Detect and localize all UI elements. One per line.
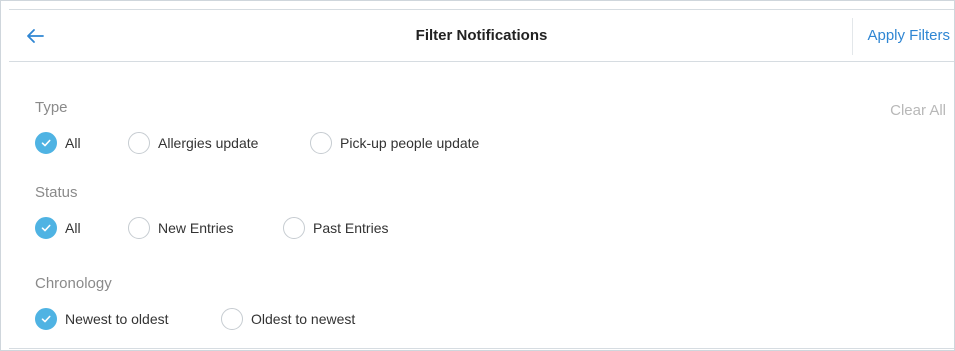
type-option-all[interactable]: All bbox=[35, 132, 81, 154]
chronology-option-newest-to-oldest[interactable]: Newest to oldest bbox=[35, 308, 169, 330]
chronology-option-oldest-to-newest[interactable]: Oldest to newest bbox=[221, 308, 355, 330]
section-label-status: Status bbox=[35, 184, 78, 201]
option-label: Oldest to newest bbox=[251, 311, 356, 327]
option-label: Pick-up people update bbox=[340, 135, 480, 151]
section-label-chronology: Chronology bbox=[35, 275, 112, 292]
option-label: Newest to oldest bbox=[65, 311, 169, 327]
type-option-allergies-update[interactable]: Allergies update bbox=[128, 132, 258, 154]
clear-all-button[interactable]: Clear All bbox=[890, 102, 946, 119]
status-option-new-entries[interactable]: New Entries bbox=[128, 217, 233, 239]
checkmark-icon bbox=[41, 139, 51, 147]
apply-filters-button[interactable]: Apply Filters bbox=[867, 27, 950, 44]
radio-unchecked-icon[interactable] bbox=[310, 132, 332, 154]
radio-unchecked-icon[interactable] bbox=[128, 132, 150, 154]
checkbox-checked-icon[interactable] bbox=[35, 217, 57, 239]
topbar-divider bbox=[852, 18, 853, 55]
type-option-pickup-people-update[interactable]: Pick-up people update bbox=[310, 132, 479, 154]
bottom-divider bbox=[9, 348, 954, 349]
checkbox-checked-icon[interactable] bbox=[35, 308, 57, 330]
checkmark-icon bbox=[41, 315, 51, 323]
option-label: Allergies update bbox=[158, 135, 259, 151]
section-label-type: Type bbox=[35, 99, 68, 116]
page-title: Filter Notifications bbox=[415, 27, 548, 44]
option-label: New Entries bbox=[158, 220, 234, 236]
option-label: All bbox=[65, 220, 81, 236]
checkmark-icon bbox=[41, 224, 51, 232]
top-bar: Filter Notifications Apply Filters bbox=[9, 9, 954, 62]
radio-unchecked-icon[interactable] bbox=[221, 308, 243, 330]
status-option-past-entries[interactable]: Past Entries bbox=[283, 217, 388, 239]
checkbox-checked-icon[interactable] bbox=[35, 132, 57, 154]
radio-unchecked-icon[interactable] bbox=[283, 217, 305, 239]
option-label: All bbox=[65, 135, 81, 151]
filter-notifications-screen: Filter Notifications Apply Filters Clear… bbox=[0, 0, 955, 351]
radio-unchecked-icon[interactable] bbox=[128, 217, 150, 239]
option-label: Past Entries bbox=[313, 220, 389, 236]
status-option-all[interactable]: All bbox=[35, 217, 81, 239]
